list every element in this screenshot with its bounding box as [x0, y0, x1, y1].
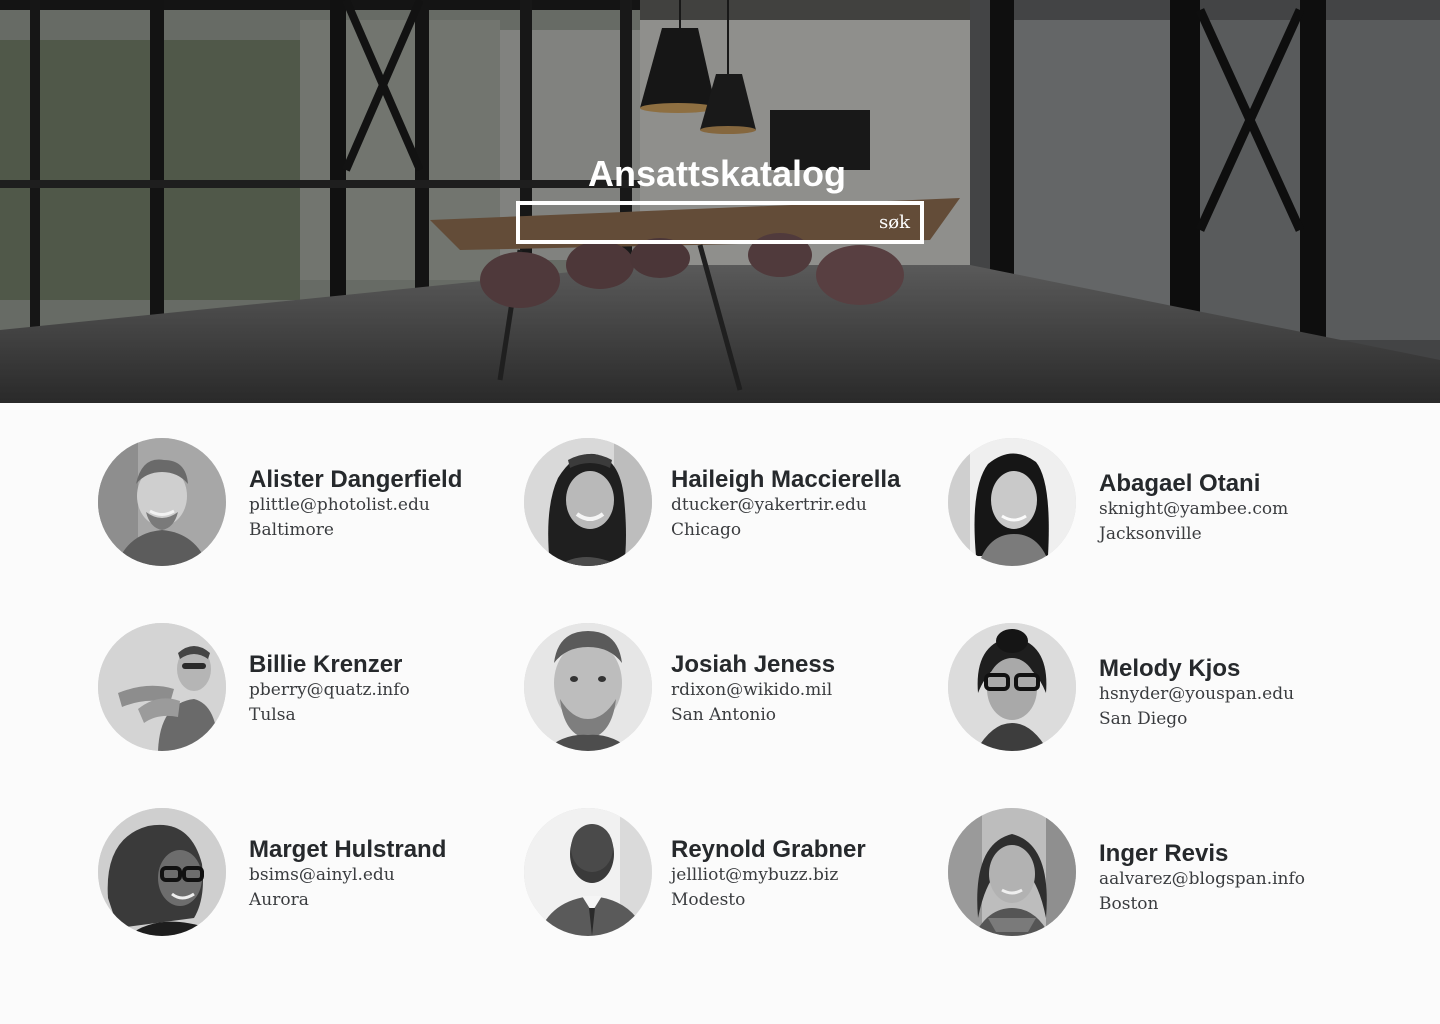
employee-avatar	[524, 808, 652, 936]
employee-email: hsnyder@youspan.edu	[1099, 684, 1295, 704]
search-button[interactable]: søk	[879, 205, 910, 240]
employee-city: Tulsa	[249, 705, 296, 725]
employee-city: San Antonio	[671, 705, 777, 725]
employee-name: Josiah Jeness	[671, 651, 836, 678]
employee-directory: Alister Dangerfield plittle@photolist.ed…	[0, 403, 1440, 1024]
employee-avatar	[98, 438, 226, 566]
employee-city: Baltimore	[249, 520, 334, 540]
employee-city: Boston	[1099, 894, 1159, 914]
employee-email: aalvarez@blogspan.info	[1099, 869, 1306, 889]
employee-city: San Diego	[1099, 709, 1188, 729]
employee-card[interactable]: Abagael Otani sknight@yambee.com Jackson…	[948, 438, 1368, 568]
employee-email: jellliot@mybuzz.biz	[671, 865, 839, 885]
employee-city: Chicago	[671, 520, 742, 540]
employee-card[interactable]: Josiah Jeness rdixon@wikido.mil San Anto…	[524, 623, 944, 753]
employee-card[interactable]: Billie Krenzer pberry@quatz.info Tulsa	[98, 623, 518, 753]
search-input[interactable]	[520, 205, 860, 240]
employee-info: Billie Krenzer pberry@quatz.info Tulsa	[249, 652, 410, 728]
employee-name: Melody Kjos	[1099, 655, 1241, 682]
employee-avatar	[524, 623, 652, 751]
employee-name: Billie Krenzer	[249, 651, 403, 678]
employee-avatar	[98, 808, 226, 936]
employee-card[interactable]: Alister Dangerfield plittle@photolist.ed…	[98, 438, 518, 568]
hero-header: Ansattskatalog søk	[0, 0, 1440, 403]
employee-email: pberry@quatz.info	[249, 680, 410, 700]
employee-info: Abagael Otani sknight@yambee.com Jackson…	[1099, 471, 1288, 547]
employee-city: Jacksonville	[1099, 524, 1202, 544]
employee-info: Inger Revis aalvarez@blogspan.info Bosto…	[1099, 841, 1305, 917]
employee-name: Abagael Otani	[1099, 470, 1261, 497]
employee-info: Alister Dangerfield plittle@photolist.ed…	[249, 467, 462, 543]
employee-name: Marget Hulstrand	[249, 836, 447, 863]
employee-name: Alister Dangerfield	[249, 466, 463, 493]
employee-name: Inger Revis	[1099, 840, 1229, 867]
employee-info: Melody Kjos hsnyder@youspan.edu San Dieg…	[1099, 656, 1294, 732]
employee-card[interactable]: Inger Revis aalvarez@blogspan.info Bosto…	[948, 808, 1368, 938]
employee-info: Josiah Jeness rdixon@wikido.mil San Anto…	[671, 652, 835, 728]
employee-email: bsims@ainyl.edu	[249, 865, 395, 885]
employee-info: Reynold Grabner jellliot@mybuzz.biz Mode…	[671, 837, 866, 913]
employee-avatar	[948, 808, 1076, 936]
employee-email: sknight@yambee.com	[1099, 499, 1289, 519]
employee-avatar	[948, 623, 1076, 751]
employee-card[interactable]: Marget Hulstrand bsims@ainyl.edu Aurora	[98, 808, 518, 938]
employee-card[interactable]: Melody Kjos hsnyder@youspan.edu San Dieg…	[948, 623, 1368, 753]
employee-city: Modesto	[671, 890, 746, 910]
employee-avatar	[524, 438, 652, 566]
employee-card[interactable]: Reynold Grabner jellliot@mybuzz.biz Mode…	[524, 808, 944, 938]
employee-info: Marget Hulstrand bsims@ainyl.edu Aurora	[249, 837, 446, 913]
employee-info: Haileigh Maccierella dtucker@yakertrir.e…	[671, 467, 900, 543]
employee-card[interactable]: Haileigh Maccierella dtucker@yakertrir.e…	[524, 438, 944, 568]
employee-email: rdixon@wikido.mil	[671, 680, 833, 700]
employee-name: Reynold Grabner	[671, 836, 866, 863]
employee-email: plittle@photolist.edu	[249, 495, 430, 515]
employee-name: Haileigh Maccierella	[671, 466, 901, 493]
employee-email: dtucker@yakertrir.edu	[671, 495, 867, 515]
search-box: søk	[516, 201, 924, 244]
employee-avatar	[948, 438, 1076, 566]
page-title: Ansattskatalog	[587, 153, 847, 194]
employee-avatar	[98, 623, 226, 751]
employee-city: Aurora	[249, 890, 309, 910]
